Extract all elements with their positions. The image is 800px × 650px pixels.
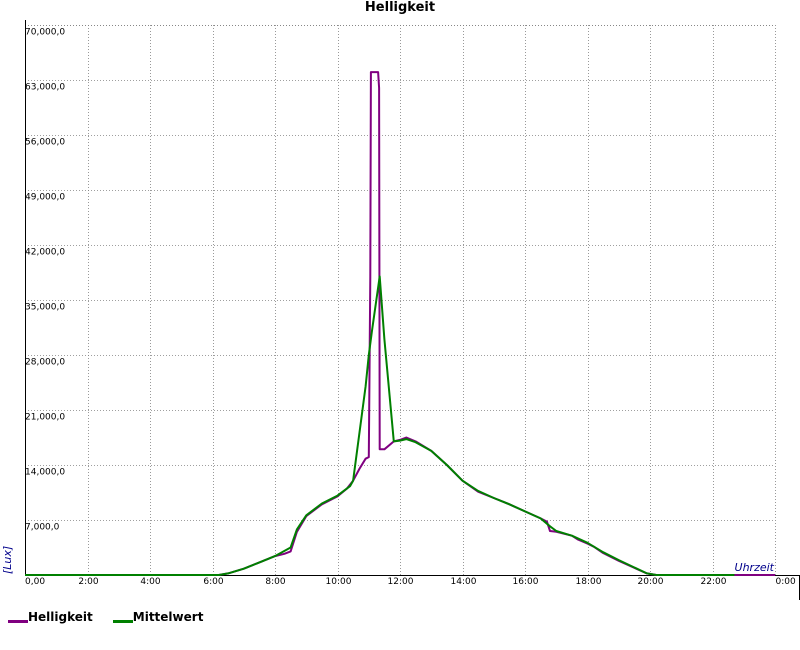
- x-tick-label: 16:00: [513, 577, 539, 587]
- x-tick-label: 20:00: [638, 577, 664, 587]
- y-tick-label: 28,000,0: [25, 358, 65, 368]
- legend-swatch-helligkeit: [8, 619, 28, 623]
- plot-frame: [25, 25, 775, 575]
- x-tick-label: 14:00: [451, 577, 477, 587]
- x-tick-label: 12:00: [388, 577, 414, 587]
- y-tick-label: 49,000,0: [25, 193, 65, 203]
- axes: [25, 20, 800, 600]
- x-tick-label: 18:00: [576, 577, 602, 587]
- legend-item-mittelwert: Mittelwert: [112, 610, 204, 624]
- y-tick-label: 35,000,0: [25, 303, 65, 313]
- y-axis-label: [Lux]: [1, 546, 14, 574]
- y-tick-label: 70,000,0: [25, 28, 65, 38]
- x-tick-label: 4:00: [140, 577, 160, 587]
- y-tick-label: 63,000,0: [25, 83, 65, 93]
- legend-item-helligkeit: Helligkeit: [8, 610, 93, 624]
- x-tick-label: 2:00: [78, 577, 98, 587]
- legend-label-mittelwert: Mittelwert: [132, 610, 204, 624]
- y-tick-label: 14,000,0: [25, 468, 65, 478]
- legend-swatch-mittelwert: [112, 619, 133, 623]
- series-line-helligkeit: [25, 71, 775, 576]
- x-tick-label: 22:00: [701, 577, 727, 587]
- x-tick-label: 0:00: [776, 577, 796, 587]
- x-tick-label: 6:00: [203, 577, 223, 587]
- y-tick-label: 21,000,0: [25, 413, 65, 423]
- y-tick-label: 0,00: [25, 577, 45, 587]
- grid: [25, 25, 776, 575]
- y-tick-label: 7,000,0: [25, 523, 60, 533]
- chart-area: 0,00 7,000,0 14,000,0 21,000,0 28,000,0 35,00…: [1, 20, 800, 600]
- x-tick-label: 10:00: [326, 577, 352, 587]
- x-axis-label: Uhrzeit: [735, 561, 775, 574]
- y-tick-label: 42,000,0: [25, 248, 65, 258]
- legend-label-helligkeit: Helligkeit: [28, 610, 93, 624]
- tick-labels: 0,00 7,000,0 14,000,0 21,000,0 28,000,0 35,00…: [25, 28, 796, 588]
- y-tick-label: 56,000,0: [25, 138, 65, 148]
- legend: Helligkeit Mittelwert: [8, 609, 223, 625]
- x-tick-label: 8:00: [265, 577, 285, 587]
- series: [25, 71, 775, 576]
